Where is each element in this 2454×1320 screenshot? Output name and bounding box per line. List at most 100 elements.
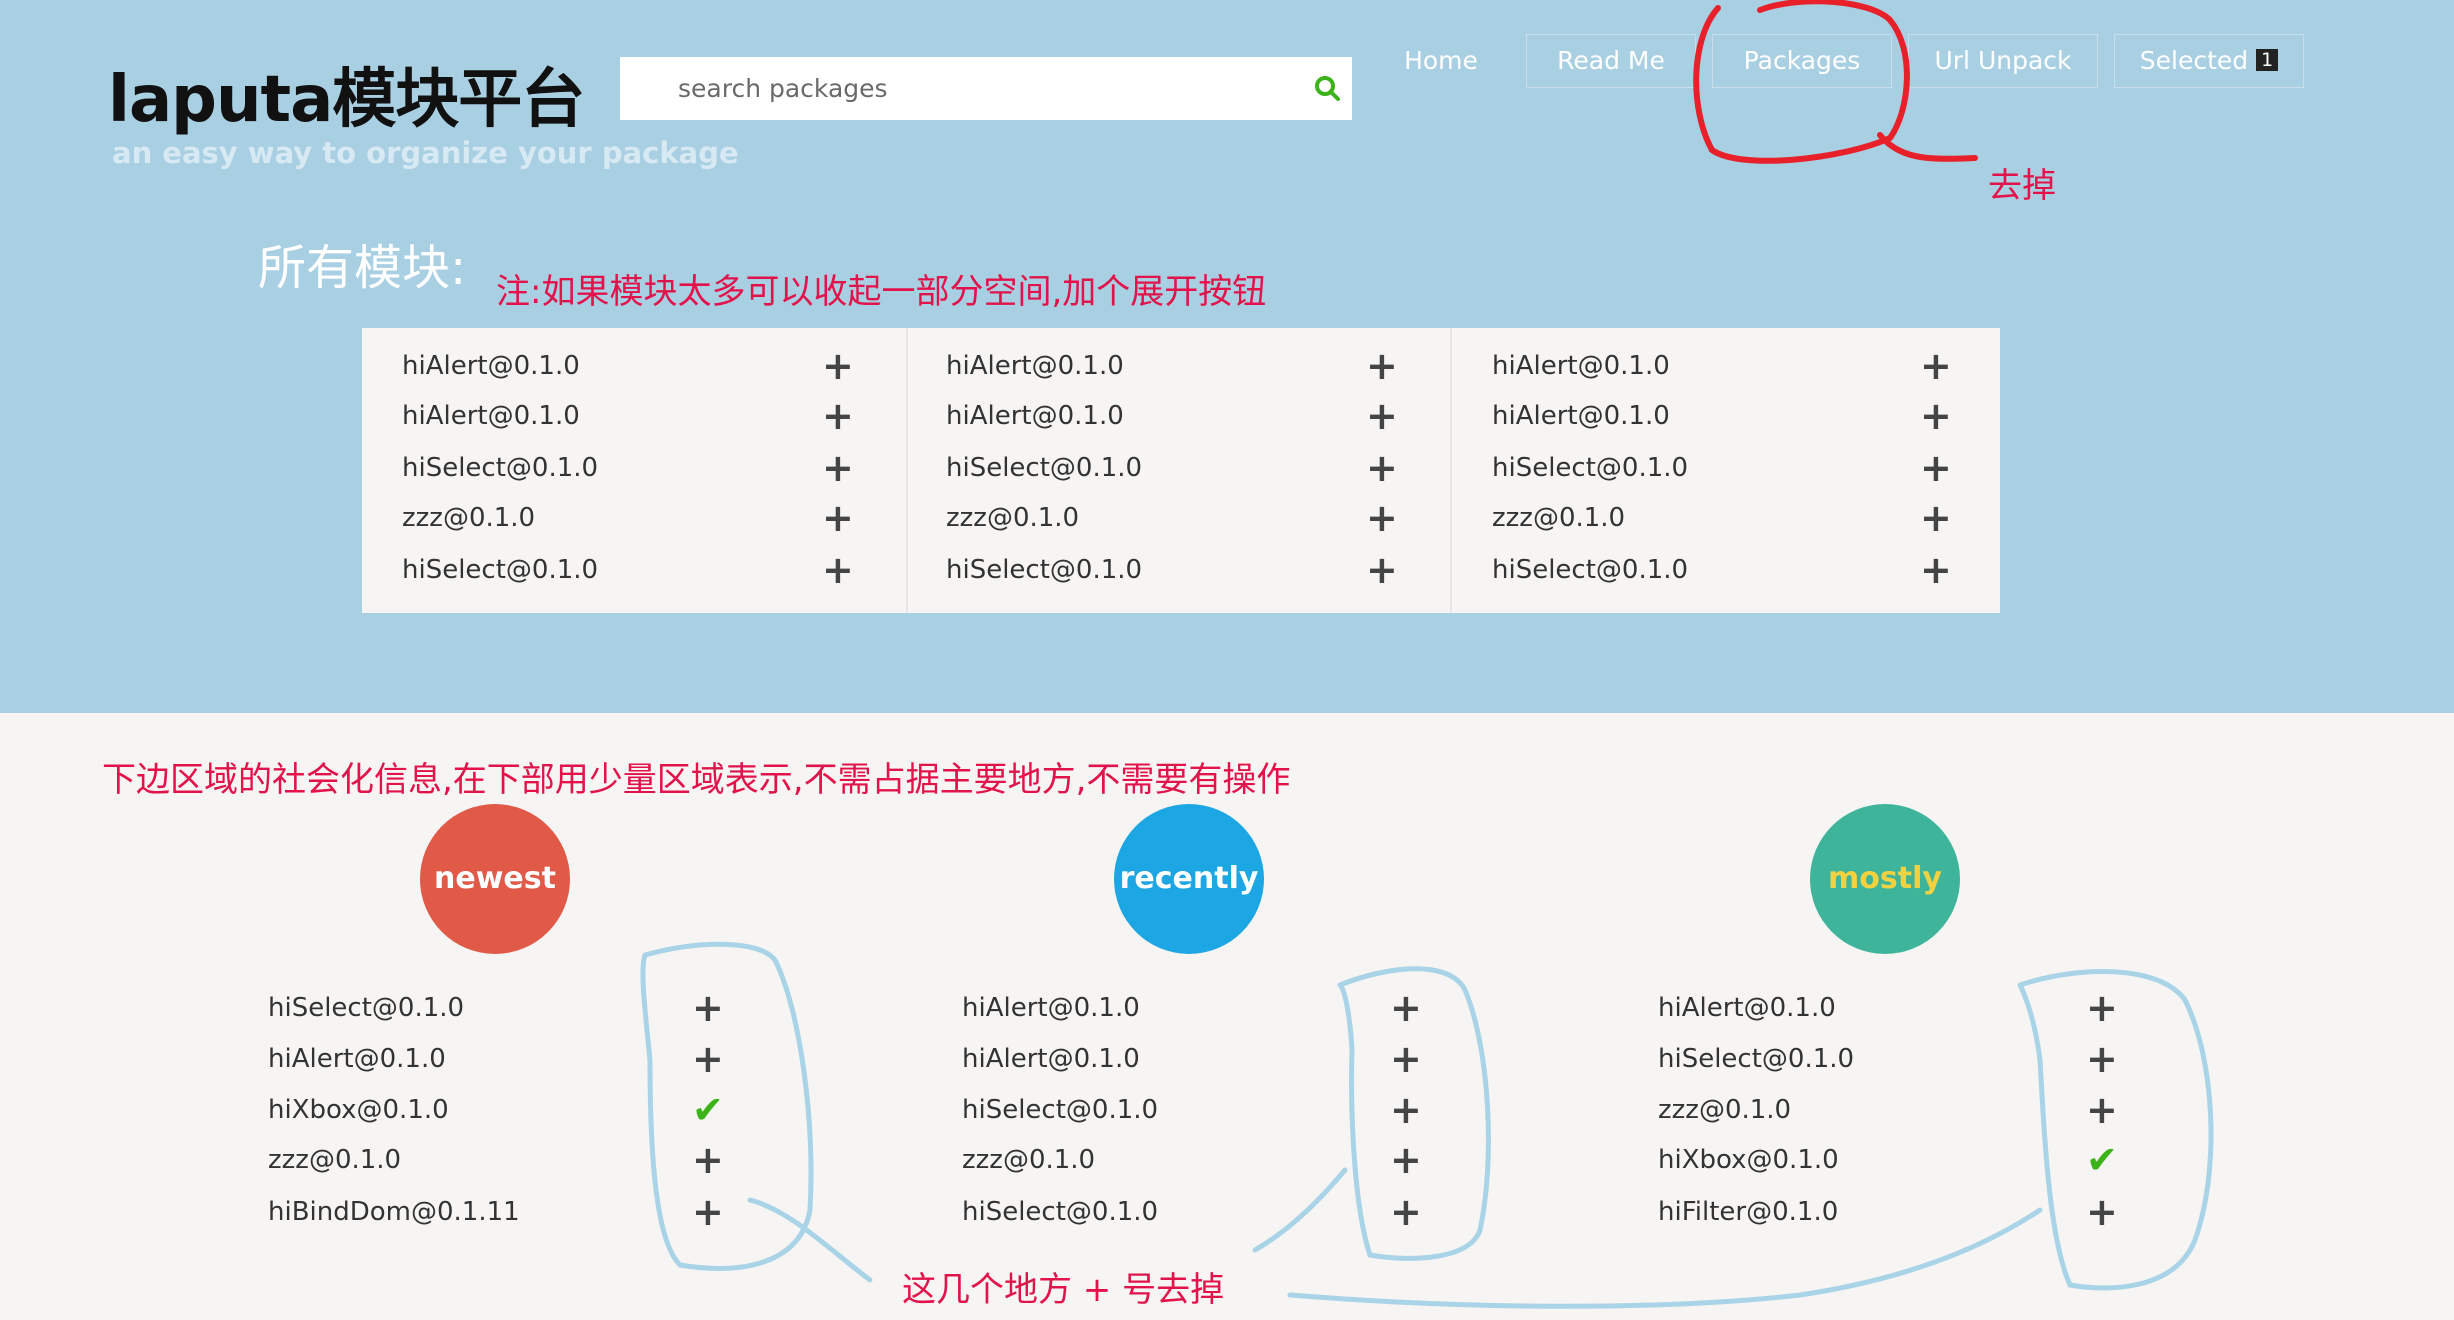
module-name[interactable]: hiAlert@0.1.0	[1492, 346, 1670, 386]
social-module-name[interactable]: zzz@0.1.0	[1658, 1090, 1791, 1130]
add-module-button[interactable]: +	[1390, 1140, 1422, 1180]
add-module-button[interactable]: +	[1920, 396, 1952, 436]
add-module-button[interactable]: +	[1366, 396, 1398, 436]
add-module-button[interactable]: +	[822, 396, 854, 436]
social-module-name[interactable]: hiXbox@0.1.0	[1658, 1140, 1839, 1180]
brand-logo[interactable]: laputa模块平台	[108, 48, 585, 140]
add-module-button[interactable]: +	[692, 1039, 724, 1079]
module-row: hiSelect@0.1.0 +	[1452, 550, 1996, 590]
module-name[interactable]: hiSelect@0.1.0	[1492, 550, 1688, 590]
social-module-name[interactable]: hiAlert@0.1.0	[962, 1039, 1140, 1079]
add-module-button[interactable]: +	[1920, 550, 1952, 590]
social-module-name[interactable]: hiSelect@0.1.0	[962, 1090, 1158, 1130]
search-icon[interactable]	[1312, 73, 1342, 103]
social-list-item: hiSelect@0.1.0 +	[1658, 1039, 2126, 1079]
module-name[interactable]: hiAlert@0.1.0	[1492, 396, 1670, 436]
social-list-item: zzz@0.1.0 +	[1658, 1090, 2126, 1130]
add-module-button[interactable]: +	[1920, 448, 1952, 488]
selected-count-badge: 1	[2256, 49, 2279, 71]
check-icon[interactable]: ✔	[2086, 1140, 2118, 1180]
add-module-button[interactable]: +	[2086, 1039, 2118, 1079]
social-module-name[interactable]: hiFilter@0.1.0	[1658, 1192, 1838, 1232]
module-row: hiSelect@0.1.0 +	[362, 550, 906, 590]
module-row: zzz@0.1.0 +	[906, 498, 1450, 538]
social-module-name[interactable]: hiSelect@0.1.0	[268, 988, 464, 1028]
module-row: hiAlert@0.1.0 +	[1452, 396, 1996, 436]
social-list-item: hiAlert@0.1.0 +	[962, 1039, 1430, 1079]
add-module-button[interactable]: +	[1366, 498, 1398, 538]
module-name[interactable]: zzz@0.1.0	[1492, 498, 1625, 538]
add-module-button[interactable]: +	[822, 498, 854, 538]
module-row: zzz@0.1.0 +	[1452, 498, 1996, 538]
add-module-button[interactable]: +	[692, 988, 724, 1028]
module-name[interactable]: hiAlert@0.1.0	[946, 346, 1124, 386]
module-row: hiAlert@0.1.0 +	[906, 346, 1450, 386]
module-row: hiSelect@0.1.0 +	[906, 448, 1450, 488]
module-name[interactable]: hiAlert@0.1.0	[946, 396, 1124, 436]
add-module-button[interactable]: +	[1366, 550, 1398, 590]
nav-readme[interactable]: Read Me	[1526, 34, 1696, 88]
add-module-button[interactable]: +	[1390, 1090, 1422, 1130]
module-row: hiSelect@0.1.0 +	[362, 448, 906, 488]
add-module-button[interactable]: +	[692, 1140, 724, 1180]
add-module-button[interactable]: +	[1920, 346, 1952, 386]
annotation-remove-plus: 这几个地方 + 号去掉	[902, 1270, 1225, 1310]
check-icon[interactable]: ✔	[692, 1090, 724, 1130]
social-list-item: hiXbox@0.1.0 ✔	[268, 1090, 732, 1130]
social-list-item: hiXbox@0.1.0 ✔	[1658, 1140, 2126, 1180]
module-name[interactable]: hiSelect@0.1.0	[402, 448, 598, 488]
all-modules-panel: hiAlert@0.1.0 + hiAlert@0.1.0 + hiSelect@0.1…	[362, 328, 2000, 613]
search-input[interactable]	[620, 57, 1280, 120]
add-module-button[interactable]: +	[822, 346, 854, 386]
module-name[interactable]: zzz@0.1.0	[402, 498, 535, 538]
module-name[interactable]: hiAlert@0.1.0	[402, 396, 580, 436]
module-name[interactable]: hiSelect@0.1.0	[946, 448, 1142, 488]
social-module-name[interactable]: hiSelect@0.1.0	[962, 1192, 1158, 1232]
module-column: hiAlert@0.1.0 + hiAlert@0.1.0 + hiSelect@0.1…	[1452, 328, 1996, 613]
add-module-button[interactable]: +	[822, 550, 854, 590]
add-module-button[interactable]: +	[1366, 448, 1398, 488]
module-name[interactable]: hiSelect@0.1.0	[1492, 448, 1688, 488]
social-badge-recently: recently	[1114, 804, 1264, 954]
social-list-item: zzz@0.1.0 +	[268, 1140, 732, 1180]
all-modules-title: 所有模块:	[258, 240, 467, 296]
module-name[interactable]: hiSelect@0.1.0	[946, 550, 1142, 590]
social-list-item: hiAlert@0.1.0 +	[1658, 988, 2126, 1028]
search-box	[620, 57, 1352, 120]
social-module-name[interactable]: hiAlert@0.1.0	[962, 988, 1140, 1028]
add-module-button[interactable]: +	[1366, 346, 1398, 386]
nav-packages[interactable]: Packages	[1712, 34, 1892, 88]
add-module-button[interactable]: +	[1390, 1192, 1422, 1232]
add-module-button[interactable]: +	[2086, 1192, 2118, 1232]
module-column: hiAlert@0.1.0 + hiAlert@0.1.0 + hiSelect@0.1…	[906, 328, 1452, 613]
social-module-name[interactable]: zzz@0.1.0	[268, 1140, 401, 1180]
add-module-button[interactable]: +	[1390, 988, 1422, 1028]
social-module-name[interactable]: hiSelect@0.1.0	[1658, 1039, 1854, 1079]
add-module-button[interactable]: +	[1920, 498, 1952, 538]
nav-url-unpack[interactable]: Url Unpack	[1908, 34, 2098, 88]
module-row: zzz@0.1.0 +	[362, 498, 906, 538]
module-row: hiSelect@0.1.0 +	[1452, 448, 1996, 488]
social-module-name[interactable]: hiAlert@0.1.0	[268, 1039, 446, 1079]
module-name[interactable]: hiAlert@0.1.0	[402, 346, 580, 386]
nav-selected[interactable]: Selected 1	[2114, 34, 2304, 88]
nav-selected-label: Selected	[2139, 46, 2249, 75]
add-module-button[interactable]: +	[692, 1192, 724, 1232]
social-module-name[interactable]: hiAlert@0.1.0	[1658, 988, 1836, 1028]
social-badge-mostly: mostly	[1810, 804, 1960, 954]
module-row: hiSelect@0.1.0 +	[906, 550, 1450, 590]
add-module-button[interactable]: +	[822, 448, 854, 488]
add-module-button[interactable]: +	[1390, 1039, 1422, 1079]
module-name[interactable]: zzz@0.1.0	[946, 498, 1079, 538]
social-module-name[interactable]: zzz@0.1.0	[962, 1140, 1095, 1180]
nav-home[interactable]: Home	[1386, 34, 1496, 88]
social-list-item: hiSelect@0.1.0 +	[962, 1192, 1430, 1232]
add-module-button[interactable]: +	[2086, 988, 2118, 1028]
social-badge-newest: newest	[420, 804, 570, 954]
social-list-item: hiAlert@0.1.0 +	[962, 988, 1430, 1028]
add-module-button[interactable]: +	[2086, 1090, 2118, 1130]
social-list-item: hiSelect@0.1.0 +	[962, 1090, 1430, 1130]
social-module-name[interactable]: hiXbox@0.1.0	[268, 1090, 449, 1130]
social-module-name[interactable]: hiBindDom@0.1.11	[268, 1192, 520, 1232]
module-name[interactable]: hiSelect@0.1.0	[402, 550, 598, 590]
